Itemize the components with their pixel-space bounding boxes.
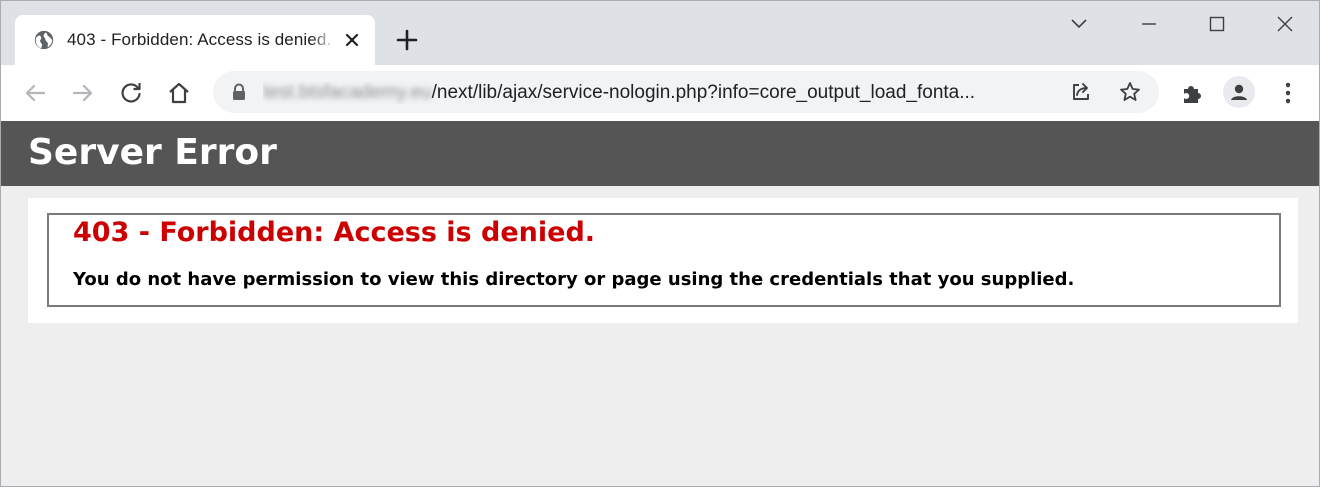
forward-arrow-icon[interactable] xyxy=(67,77,99,109)
error-message: You do not have permission to view this … xyxy=(73,269,1075,290)
kebab-menu-icon[interactable] xyxy=(1274,79,1302,107)
address-bar[interactable]: test.btsfacademy.eu/next/lib/ajax/servic… xyxy=(213,71,1159,113)
page-title: Server Error xyxy=(28,132,277,173)
page-header: Server Error xyxy=(1,121,1319,186)
back-arrow-icon[interactable] xyxy=(19,77,51,109)
tab-strip: 403 - Forbidden: Access is denied. xyxy=(1,1,1319,65)
browser-window: 403 - Forbidden: Access is denied. test.… xyxy=(0,0,1320,487)
profile-icon xyxy=(1231,84,1247,100)
minimize-icon[interactable] xyxy=(1134,9,1164,39)
close-icon[interactable] xyxy=(1270,9,1300,39)
star-icon[interactable] xyxy=(1118,80,1142,104)
browser-toolbar: test.btsfacademy.eu/next/lib/ajax/servic… xyxy=(1,65,1319,121)
tab-title: 403 - Forbidden: Access is denied. xyxy=(67,30,331,49)
tab-title-fade xyxy=(311,25,335,55)
plus-icon[interactable] xyxy=(393,26,421,54)
profile-button[interactable] xyxy=(1223,76,1255,108)
content-panel: 403 - Forbidden: Access is denied. You d… xyxy=(28,198,1298,323)
globe-icon xyxy=(34,30,54,50)
url-host: test.btsfacademy.eu xyxy=(263,82,432,103)
chevron-down-icon[interactable] xyxy=(1064,9,1094,39)
puzzle-icon[interactable] xyxy=(1178,79,1206,107)
lock-icon[interactable] xyxy=(231,83,247,101)
url-text[interactable]: test.btsfacademy.eu/next/lib/ajax/servic… xyxy=(263,82,1023,104)
maximize-icon[interactable] xyxy=(1202,9,1232,39)
close-icon[interactable] xyxy=(341,29,363,51)
share-icon[interactable] xyxy=(1069,80,1093,104)
home-icon[interactable] xyxy=(163,77,195,109)
url-path: /next/lib/ajax/service-nologin.php?info=… xyxy=(431,82,976,103)
reload-icon[interactable] xyxy=(115,77,147,109)
tab-active[interactable]: 403 - Forbidden: Access is denied. xyxy=(15,15,375,65)
error-box: 403 - Forbidden: Access is denied. You d… xyxy=(47,213,1281,307)
error-title: 403 - Forbidden: Access is denied. xyxy=(73,217,596,248)
